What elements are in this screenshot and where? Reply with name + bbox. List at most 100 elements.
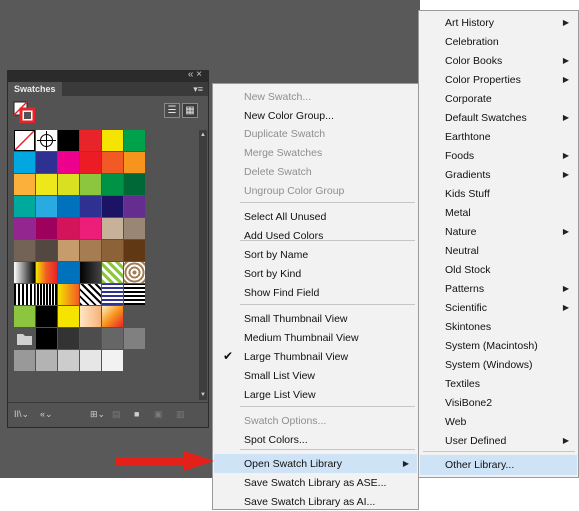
library-item-kids-stuff[interactable]: Kids Stuff [445,185,490,203]
list-view-button[interactable]: ☰ [164,103,180,118]
swatch-cell[interactable] [14,284,35,305]
swatch-cell[interactable] [124,218,145,239]
menu-item-show-find-field[interactable]: Show Find Field [244,284,319,302]
panel-scrollbar[interactable]: ▲ ▼ [199,130,207,400]
swatch-cell[interactable] [14,306,35,327]
swatch-cell[interactable] [36,240,57,261]
swatch-cell[interactable] [102,350,123,371]
menu-item-merge-swatches[interactable]: Merge Swatches [244,144,322,162]
menu-item-select-all-unused[interactable]: Select All Unused [244,208,326,226]
tab-swatches[interactable]: Swatches [8,82,62,96]
menu-item-small-thumbnail-view[interactable]: Small Thumbnail View [244,310,348,328]
menu-item-medium-thumbnail-view[interactable]: Medium Thumbnail View [244,329,359,347]
new-swatch-icon[interactable]: ▣ [154,409,163,420]
swatch-cell[interactable] [14,350,35,371]
menu-item-open-swatch-library[interactable]: Open Swatch Library [244,455,342,473]
swatch-cell[interactable] [58,306,79,327]
swatch-cell[interactable] [14,174,35,195]
menu-item-delete-swatch[interactable]: Delete Swatch [244,163,312,181]
swatch-cell[interactable] [36,306,57,327]
library-item-old-stock[interactable]: Old Stock [445,261,491,279]
library-item-celebration[interactable]: Celebration [445,33,499,51]
swatch-cell[interactable] [36,218,57,239]
library-item-patterns[interactable]: Patterns [445,280,484,298]
color-group-folder-icon[interactable] [14,328,35,349]
library-item-textiles[interactable]: Textiles [445,375,480,393]
swatch-cell[interactable] [58,284,79,305]
swatch-registration[interactable] [36,130,57,151]
library-item-system-macintosh[interactable]: System (Macintosh) [445,337,538,355]
menu-item-large-thumbnail-view[interactable]: Large Thumbnail View [244,348,348,366]
swatch-cell[interactable] [36,152,57,173]
menu-item-swatch-options[interactable]: Swatch Options... [244,412,326,430]
swatch-cell[interactable] [102,328,123,349]
swatch-cell[interactable] [80,240,101,261]
swatch-cell[interactable] [102,218,123,239]
library-item-color-books[interactable]: Color Books [445,52,502,70]
swatch-cell[interactable] [102,174,123,195]
menu-item-new-swatch[interactable]: New Swatch... [244,88,311,106]
swatch-cell[interactable] [14,262,35,283]
library-item-user-defined[interactable]: User Defined [445,432,506,450]
swatch-cell[interactable] [102,196,123,217]
swatch-cell[interactable] [58,218,79,239]
swatch-cell[interactable] [14,218,35,239]
library-item-default-swatches[interactable]: Default Swatches [445,109,527,127]
swatch-none[interactable] [14,130,35,151]
swatch-cell[interactable] [80,284,101,305]
trash-icon[interactable]: ▥ [176,409,185,420]
swatch-cell[interactable] [36,174,57,195]
library-item-gradients[interactable]: Gradients [445,166,491,184]
panel-window-buttons[interactable]: « × [188,69,202,80]
swatch-cell[interactable] [80,174,101,195]
swatch-cell[interactable] [36,328,57,349]
menu-item-spot-colors[interactable]: Spot Colors... [244,431,308,449]
library-item-other-library[interactable]: Other Library... [445,456,514,474]
library-item-nature[interactable]: Nature [445,223,477,241]
scroll-up-icon[interactable]: ▲ [200,132,206,138]
swatch-cell[interactable] [102,306,123,327]
swatch-cell[interactable] [80,328,101,349]
swatch-cell[interactable] [124,262,145,283]
swatch-cell[interactable] [80,262,101,283]
swatch-cell[interactable] [124,174,145,195]
menu-item-large-list-view[interactable]: Large List View [244,386,316,404]
menu-item-save-swatch-library-as-ase[interactable]: Save Swatch Library as ASE... [244,474,386,492]
menu-item-duplicate-swatch[interactable]: Duplicate Swatch [244,125,325,143]
library-item-art-history[interactable]: Art History [445,14,494,32]
library-item-system-windows[interactable]: System (Windows) [445,356,533,374]
swatch-cell[interactable] [80,350,101,371]
swatch-cell[interactable] [102,262,123,283]
swatch-cell[interactable] [124,130,145,151]
swatch-cell[interactable] [80,130,101,151]
menu-item-new-color-group[interactable]: New Color Group... [244,107,334,125]
swatch-cell[interactable] [58,152,79,173]
swatch-cell[interactable] [124,328,145,349]
library-item-earthtone[interactable]: Earthtone [445,128,491,146]
swatch-cell[interactable] [58,262,79,283]
swatch-cell[interactable] [36,196,57,217]
menu-item-sort-by-name[interactable]: Sort by Name [244,246,308,264]
swatch-cell[interactable] [58,174,79,195]
color-group-icon[interactable]: ▤ [112,409,121,420]
show-kinds-icon[interactable]: «⌄ [40,409,53,420]
new-group-folder-icon[interactable]: ■ [134,409,139,419]
swatch-cell[interactable] [36,350,57,371]
swatch-cell[interactable] [124,284,145,305]
swatch-cell[interactable] [14,240,35,261]
library-item-web[interactable]: Web [445,413,466,431]
panel-title-bar[interactable]: « × [8,69,208,82]
swatch-cell[interactable] [124,152,145,173]
swatch-cell[interactable] [102,130,123,151]
thumbnail-view-button[interactable]: ▦ [182,103,198,118]
fill-stroke-icon[interactable] [13,101,35,123]
swatch-cell[interactable] [14,152,35,173]
swatch-cell[interactable] [36,262,57,283]
menu-item-small-list-view[interactable]: Small List View [244,367,315,385]
swatch-cell[interactable] [58,240,79,261]
swatch-options-icon[interactable]: ⊞⌄ [90,409,105,420]
library-item-metal[interactable]: Metal [445,204,471,222]
swatch-cell[interactable] [80,152,101,173]
library-item-corporate[interactable]: Corporate [445,90,492,108]
library-item-visibone2[interactable]: VisiBone2 [445,394,492,412]
